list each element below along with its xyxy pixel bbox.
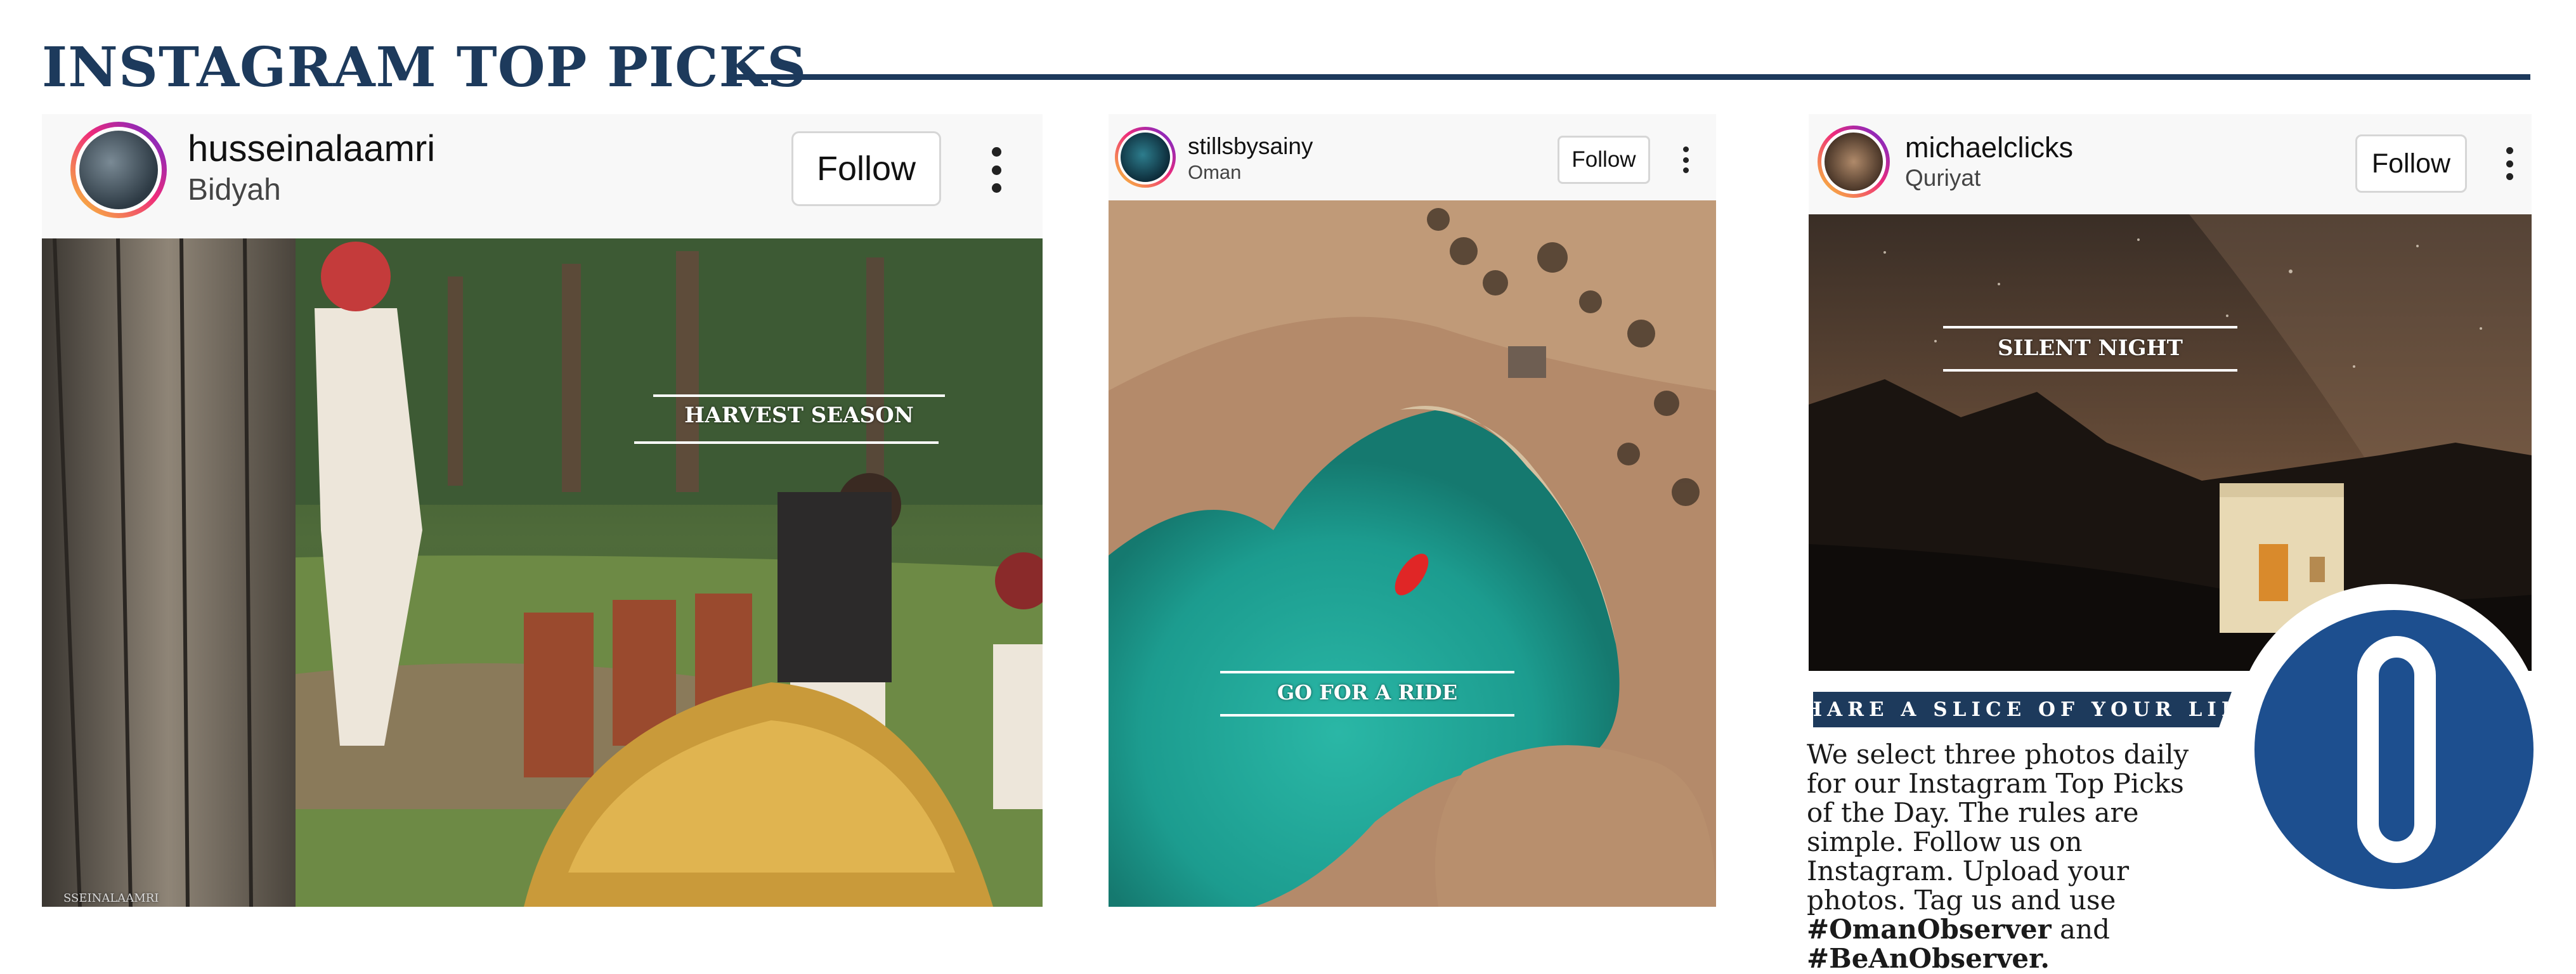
post-2-caption: GO FOR A RIDE [1277,680,1458,705]
post-1-watermark: SSEINALAAMRI [63,892,159,905]
date-harvest-photo [42,238,1043,907]
post-2-avatar[interactable] [1115,127,1176,188]
post-2-caption-rule-top [1220,671,1514,673]
post-1-caption: HARVEST SEASON [684,403,914,428]
post-1-avatar-image [75,127,162,213]
hashtag-be-an-observer: #BeAnObserver. [1807,943,2050,974]
post-1-caption-rule-top [653,394,945,397]
post-3-follow-button[interactable]: Follow [2355,134,2467,193]
post-1-location: Bidyah [188,173,281,207]
post-2-avatar-image [1118,130,1173,185]
post-1-more-options-icon[interactable] [989,147,1003,193]
share-banner-text: SHARE A SLICE OF YOUR LIFE [1784,698,2261,721]
post-3-avatar[interactable] [1818,126,1890,198]
aerial-lagoon-photo [1109,200,1716,907]
post-2-more-options-icon[interactable] [1682,146,1689,173]
share-body-joiner: and [2060,914,2111,945]
post-3-more-options-icon[interactable] [2505,147,2514,180]
post-2-photo[interactable] [1109,200,1716,907]
share-body-main: We select three photos daily for our Ins… [1807,739,2189,916]
logo-letter-o [2357,636,2436,863]
post-1-photo[interactable] [42,238,1043,907]
post-3-avatar-image [1821,129,1886,194]
post-3-username[interactable]: michaelclicks [1905,133,2073,162]
post-2-location: Oman [1188,161,1242,183]
post-2-username[interactable]: stillsbysainy [1188,134,1313,158]
page-title: INSTAGRAM TOP PICKS [42,36,807,100]
post-1-avatar[interactable] [70,122,167,218]
post-1-username[interactable]: husseinalaamri [188,131,435,167]
post-3-caption-rule-top [1943,326,2237,328]
post-1-follow-button[interactable]: Follow [791,131,941,206]
post-3-caption: SILENT NIGHT [1998,335,2183,361]
share-body-text: We select three photos daily for our Ins… [1807,740,2213,973]
post-2-caption-rule-bottom [1220,714,1514,717]
title-rule [728,74,2530,80]
post-2-follow-button[interactable]: Follow [1558,136,1650,184]
hashtag-oman-observer: #OmanObserver [1807,914,2052,945]
post-3-location: Quriyat [1905,165,1981,191]
post-1-caption-rule-bottom [634,441,939,444]
share-banner: SHARE A SLICE OF YOUR LIFE [1813,692,2232,727]
post-3-caption-rule-bottom [1943,369,2237,372]
